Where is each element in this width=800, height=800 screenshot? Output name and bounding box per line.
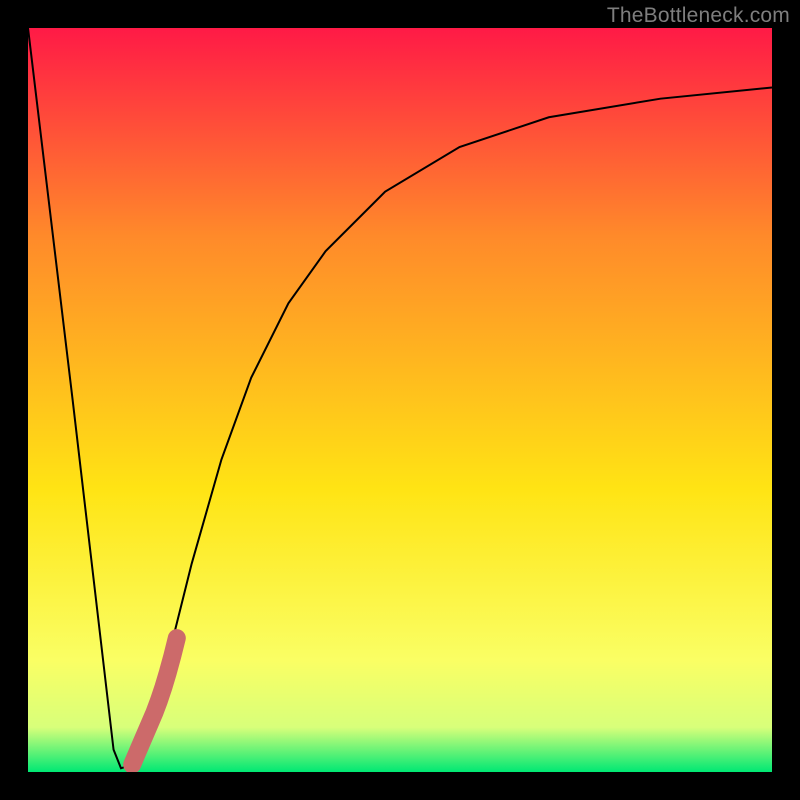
watermark-label: TheBottleneck.com [607, 4, 790, 28]
chart-frame: TheBottleneck.com [0, 0, 800, 800]
chart-canvas [28, 28, 772, 772]
gradient-area [28, 28, 772, 772]
